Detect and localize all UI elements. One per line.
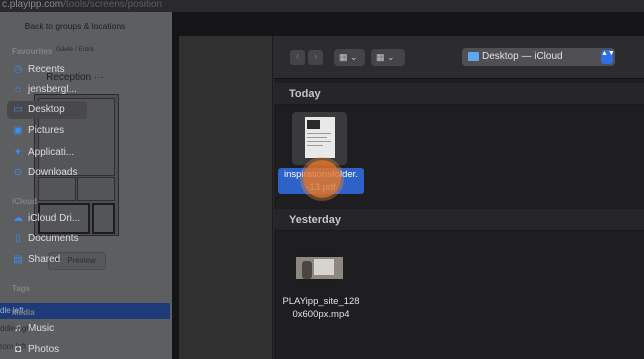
sidebar-item-label: jensbergl... bbox=[28, 84, 77, 95]
sidebar-item-documents[interactable]: ▯ Documents bbox=[7, 230, 87, 248]
sidebar-item-icloud-drive[interactable]: ☁ iCloud Dri... bbox=[7, 210, 87, 228]
back-button[interactable]: ‹ bbox=[290, 50, 305, 65]
sidebar-item-label: Downloads bbox=[28, 167, 78, 178]
address-bar[interactable]: c.playipp.com/tools/screens/position bbox=[0, 0, 644, 12]
sidebar-item-label: Recents bbox=[28, 64, 65, 75]
layout-zone[interactable] bbox=[92, 203, 115, 234]
sidebar-item-home[interactable]: ⌂ jensbergl... bbox=[7, 81, 87, 99]
applications-icon: ✦ bbox=[13, 147, 23, 158]
sidebar-item-music[interactable]: ♫ Music bbox=[7, 320, 87, 338]
desktop-icon: ▭ bbox=[13, 104, 23, 115]
sidebar-item-desktop[interactable]: ▭ Desktop bbox=[7, 101, 87, 119]
location-popup[interactable]: Desktop — iCloud ▲▼ bbox=[462, 48, 615, 66]
group-header-yesterday: Yesterday bbox=[274, 209, 644, 231]
icloud-heading: iCloud bbox=[12, 197, 37, 206]
sidebar-item-recents[interactable]: ◷ Recents bbox=[7, 61, 87, 79]
chevron-down-icon: ⌄ bbox=[350, 52, 358, 62]
sidebar-item-pictures[interactable]: ▣ Pictures bbox=[7, 122, 87, 140]
document-icon: ▯ bbox=[15, 233, 21, 244]
pdf-file-thumbnail[interactable] bbox=[292, 112, 347, 165]
shared-folder-icon: ▤ bbox=[13, 254, 23, 265]
sidebar-item-label: Music bbox=[28, 323, 55, 334]
grid-view-icon: ▦ bbox=[339, 52, 348, 62]
screen: c.playipp.com/tools/screens/position Bac… bbox=[0, 0, 644, 359]
forward-button[interactable]: › bbox=[308, 50, 323, 65]
sidebar-item-label: Photos bbox=[28, 344, 60, 355]
chevron-down-icon: ⌄ bbox=[387, 52, 395, 62]
group-header-today: Today bbox=[274, 83, 644, 105]
pictures-icon: ▣ bbox=[13, 125, 23, 136]
chevron-right-icon: › bbox=[313, 51, 318, 62]
back-to-groups-link[interactable]: Back to groups & locations bbox=[0, 21, 150, 31]
dialog-sidebar bbox=[179, 36, 273, 359]
file-name-line: PLAYipp_site_128 bbox=[282, 296, 360, 307]
up-down-chevron-icon: ▲▼ bbox=[601, 50, 615, 64]
home-icon: ⌂ bbox=[14, 84, 22, 95]
sidebar-item-downloads[interactable]: ⊙ Downloads bbox=[7, 164, 87, 182]
file-name-line: 0x600px.mp4 bbox=[292, 309, 350, 320]
more-options-icon[interactable]: ··· bbox=[94, 72, 104, 83]
favourites-heading: Favourites bbox=[12, 47, 53, 56]
url-host: c.playipp.com bbox=[2, 0, 64, 10]
media-heading: Media bbox=[12, 308, 35, 317]
chevron-left-icon: ‹ bbox=[295, 51, 300, 62]
cloud-icon: ☁ bbox=[13, 213, 23, 224]
camera-icon: ◘ bbox=[14, 344, 22, 355]
url-path: /tools/screens/position bbox=[63, 0, 163, 10]
sidebar-item-label: Shared bbox=[28, 254, 61, 265]
sidebar-item-label: Pictures bbox=[28, 125, 65, 136]
clock-icon: ◷ bbox=[13, 64, 23, 75]
view-mode-button[interactable]: ▦ ⌄ bbox=[334, 49, 365, 66]
location-label: Desktop — iCloud bbox=[482, 51, 563, 62]
sidebar-item-applications[interactable]: ✦ Applicati... bbox=[7, 144, 87, 162]
sidebar-item-label: iCloud Dri... bbox=[28, 213, 81, 224]
sidebar-item-photos[interactable]: ◘ Photos bbox=[7, 341, 87, 359]
tags-heading: Tags bbox=[12, 284, 31, 293]
group-by-button[interactable]: ▦ ⌄ bbox=[371, 49, 405, 66]
folder-icon bbox=[468, 52, 479, 61]
sidebar-item-label: Documents bbox=[28, 233, 79, 244]
downloads-icon: ⊙ bbox=[13, 167, 23, 178]
video-file-thumbnail[interactable] bbox=[296, 253, 343, 283]
group-icon: ▦ bbox=[376, 52, 385, 62]
music-icon: ♫ bbox=[14, 323, 22, 334]
click-indicator bbox=[303, 160, 341, 198]
pdf-page-preview bbox=[305, 117, 335, 158]
sidebar-item-label: Desktop bbox=[28, 104, 65, 115]
file-name[interactable]: PLAYipp_site_128 0x600px.mp4 bbox=[280, 295, 362, 321]
sidebar-item-shared[interactable]: ▤ Shared bbox=[7, 251, 87, 269]
sidebar-item-label: Applicati... bbox=[28, 147, 75, 158]
